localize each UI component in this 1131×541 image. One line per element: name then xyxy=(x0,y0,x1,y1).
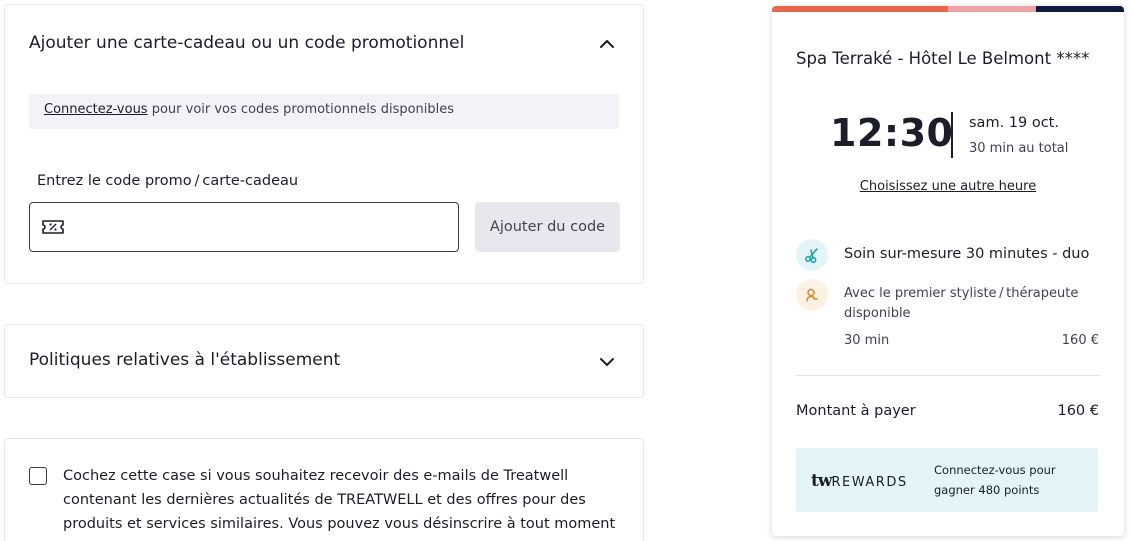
service-price: 160 € xyxy=(1061,333,1099,348)
promo-code-section: Ajouter une carte-cadeau ou un code prom… xyxy=(4,4,644,284)
newsletter-consent-text[interactable]: Cochez cette case si vous souhaitez rece… xyxy=(63,464,633,536)
venue-name: Spa Terraké - Hôtel Le Belmont **** xyxy=(796,49,1090,68)
summary-stripe-pink xyxy=(948,6,1036,12)
promo-code-input[interactable] xyxy=(76,213,446,241)
voucher-icon xyxy=(41,217,65,241)
login-promo-info: Connectez-vous pour voir vos codes promo… xyxy=(29,94,619,129)
scissors-icon xyxy=(796,239,828,271)
total-amount: 160 € xyxy=(1057,403,1099,419)
appointment-date: sam. 19 oct. xyxy=(969,115,1059,131)
promo-code-field[interactable] xyxy=(29,202,459,252)
total-label: Montant à payer xyxy=(796,403,916,419)
choose-other-time-link[interactable]: Choisissez une autre heure xyxy=(772,179,1124,194)
summary-divider xyxy=(796,375,1100,376)
chevron-down-icon[interactable] xyxy=(596,351,618,373)
service-duration: 30 min xyxy=(844,333,890,348)
newsletter-checkbox[interactable] xyxy=(29,467,47,485)
person-icon xyxy=(796,279,828,311)
login-link[interactable]: Connectez-vous xyxy=(44,102,148,117)
appointment-total-duration: 30 min au total xyxy=(969,141,1069,156)
staff-info: Avec le premier styliste / thérapeute di… xyxy=(844,286,1079,321)
promo-section-title[interactable]: Ajouter une carte-cadeau ou un code prom… xyxy=(29,33,464,53)
add-code-button[interactable]: Ajouter du code xyxy=(475,202,620,252)
promo-field-label: Entrez le code promo / carte-cadeau xyxy=(37,173,299,189)
newsletter-consent-section: Cochez cette case si vous souhaitez rece… xyxy=(4,438,644,541)
summary-stripe-orange xyxy=(772,6,948,12)
appointment-time: 12:30 xyxy=(830,111,954,155)
chevron-up-icon[interactable] xyxy=(596,33,618,55)
policies-section[interactable]: Politiques relatives à l'établissement xyxy=(4,324,644,398)
service-name: Soin sur-mesure 30 minutes - duo xyxy=(844,246,1090,262)
time-divider xyxy=(951,112,953,158)
treatwell-rewards-logo: twREWARDS xyxy=(811,471,908,491)
policies-title[interactable]: Politiques relatives à l'établissement xyxy=(29,350,340,370)
rewards-banner[interactable]: twREWARDS Connectez-vous pour gagner 480… xyxy=(796,448,1098,512)
booking-summary: Spa Terraké - Hôtel Le Belmont **** 12:3… xyxy=(772,6,1124,536)
login-promo-text: pour voir vos codes promotionnels dispon… xyxy=(147,102,455,117)
rewards-login-text[interactable]: Connectez-vous pour gagner 480 points xyxy=(934,460,1094,500)
summary-stripe-navy xyxy=(1036,6,1124,12)
